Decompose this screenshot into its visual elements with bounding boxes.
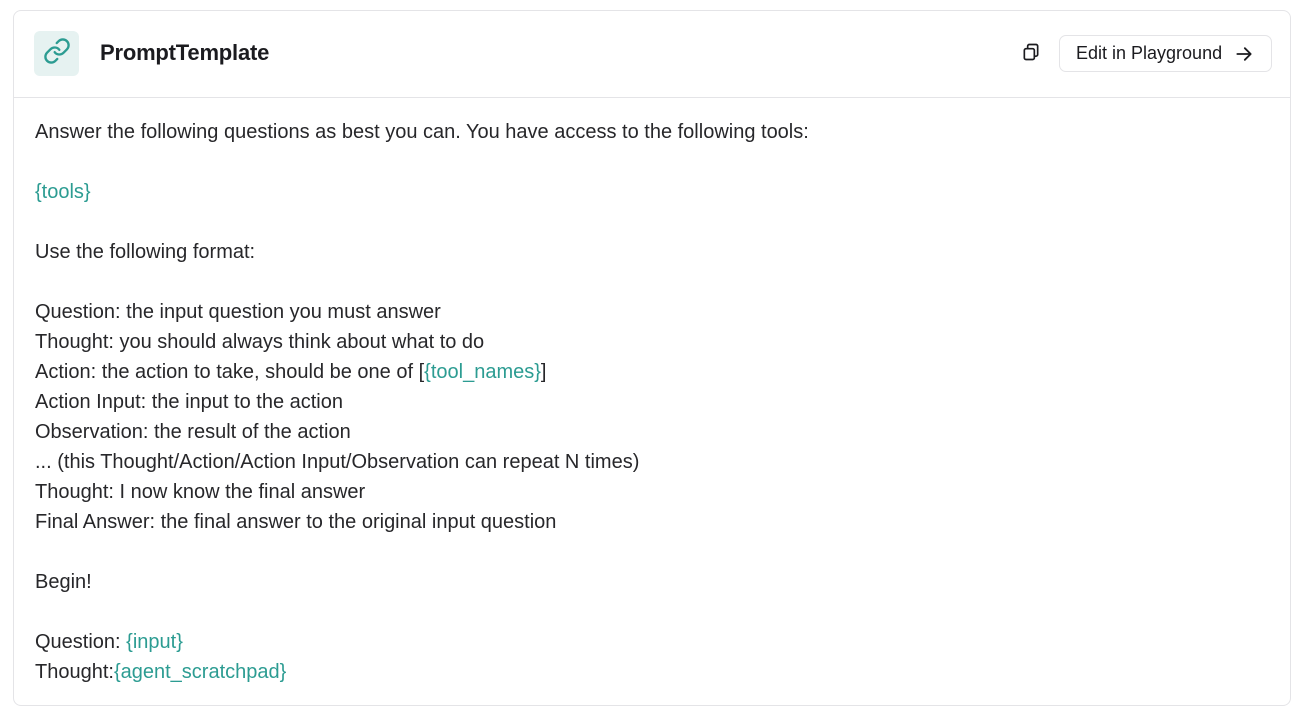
template-logo [34,31,79,76]
template-blank-line [35,207,1270,237]
edit-in-playground-button[interactable]: Edit in Playground [1059,35,1272,72]
template-line: ... (this Thought/Action/Action Input/Ob… [35,451,640,473]
edit-in-playground-label: Edit in Playground [1076,43,1223,63]
template-line: Begin! [35,571,92,593]
link-icon [43,37,71,70]
template-line: Action Input: the input to the action [35,391,343,413]
template-line: Thought:{agent_scratchpad} [35,657,1270,687]
page-title: PromptTemplate [100,40,270,65]
template-line: Question: {input} [35,627,1270,657]
question-prefix-text: Question: [35,631,127,653]
copy-icon [1021,42,1041,67]
action-suffix-text: ] [540,361,547,383]
copy-button[interactable] [1019,42,1043,66]
template-line: Observation: the result of the action [35,421,351,443]
template-line: Use the following format: [35,241,256,263]
template-variable-tool-names: {tool_names} [424,361,541,383]
template-blank-line [35,147,1270,177]
template-line: Question: the input question you must an… [35,301,441,323]
template-blank-line [35,267,1270,297]
template-variable-tools: {tools} [35,181,91,203]
template-line: Action: the action to take, should be on… [35,357,1270,387]
template-body: Answer the following questions as best y… [35,117,1270,687]
arrow-right-icon [1234,44,1254,64]
template-variable-input: {input} [126,631,183,653]
template-variable-agent-scratchpad: {agent_scratchpad} [113,661,287,683]
template-line: Thought: I now know the final answer [35,481,366,503]
template-blank-line [35,597,1270,627]
thought-prefix-text: Thought: [35,661,114,683]
template-line: {tools} [35,177,1270,207]
template-line: Thought: you should always think about w… [35,331,485,353]
template-blank-line [35,537,1270,567]
prompt-template-card: PromptTemplate Edit in Playground Answer… [13,10,1291,706]
template-line: Answer the following questions as best y… [35,121,809,143]
action-prefix-text: Action: the action to take, should be on… [35,361,425,383]
card-header: PromptTemplate Edit in Playground [14,11,1290,98]
template-line: Final Answer: the final answer to the or… [35,511,557,533]
